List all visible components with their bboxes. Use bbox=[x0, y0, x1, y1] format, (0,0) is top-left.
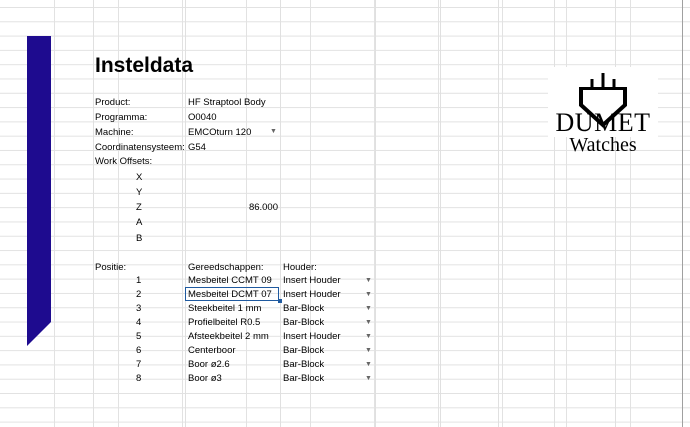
tool-holder[interactable]: Bar-Block bbox=[283, 344, 324, 357]
holder-dropdown-icon[interactable]: ▼ bbox=[365, 319, 372, 326]
tool-name[interactable]: Afsteekbeitel 2 mm bbox=[188, 330, 269, 343]
positie-header: Positie: bbox=[95, 262, 127, 273]
offset-axis: X bbox=[136, 172, 143, 183]
offset-axis: B bbox=[136, 233, 143, 244]
gereedschappen-header: Gereedschappen: bbox=[188, 262, 264, 273]
tool-name[interactable]: Centerboor bbox=[188, 344, 236, 357]
holder-dropdown-icon[interactable]: ▼ bbox=[365, 305, 372, 312]
tool-holder[interactable]: Bar-Block bbox=[283, 316, 324, 329]
column-divider bbox=[440, 0, 441, 427]
holder-dropdown-icon[interactable]: ▼ bbox=[365, 361, 372, 368]
tool-holder[interactable]: Insert Houder bbox=[283, 274, 341, 287]
houder-header: Houder: bbox=[283, 262, 317, 273]
fill-handle[interactable] bbox=[278, 299, 282, 303]
column-divider bbox=[375, 0, 376, 427]
tool-name[interactable]: Boor ø2.6 bbox=[188, 358, 230, 371]
product-label: Product: bbox=[95, 97, 131, 108]
column-divider bbox=[280, 0, 281, 427]
offset-axis: A bbox=[136, 217, 143, 228]
holder-dropdown-icon[interactable]: ▼ bbox=[365, 347, 372, 354]
tool-position: 7 bbox=[136, 359, 142, 370]
holder-dropdown-icon[interactable]: ▼ bbox=[365, 291, 372, 298]
machine-dropdown-icon[interactable]: ▼ bbox=[270, 128, 277, 135]
tool-holder[interactable]: Bar-Block bbox=[283, 358, 324, 371]
coord-label: Coordinatensysteem: bbox=[95, 142, 185, 153]
tool-position: 4 bbox=[136, 317, 142, 328]
offsets-label: Work Offsets: bbox=[95, 156, 153, 167]
tool-name[interactable]: Boor ø3 bbox=[188, 372, 222, 385]
tool-position: 5 bbox=[136, 331, 142, 342]
column-divider bbox=[93, 0, 94, 427]
machine-label: Machine: bbox=[95, 127, 134, 138]
tool-position: 3 bbox=[136, 303, 142, 314]
holder-dropdown-icon[interactable]: ▼ bbox=[365, 333, 372, 340]
tool-position: 2 bbox=[136, 289, 142, 300]
tool-name[interactable]: Mesbeitel CCMT 09 bbox=[188, 274, 272, 287]
holder-dropdown-icon[interactable]: ▼ bbox=[365, 277, 372, 284]
coord-value[interactable]: G54 bbox=[188, 141, 206, 154]
offset-value[interactable]: 86.000 bbox=[198, 201, 278, 214]
page-title: Insteldata bbox=[95, 54, 194, 77]
brand-subtitle: Watches bbox=[569, 134, 637, 156]
tool-holder[interactable]: Bar-Block bbox=[283, 302, 324, 315]
programma-value[interactable]: O0040 bbox=[188, 111, 217, 124]
brand-name: DUMET bbox=[555, 108, 651, 137]
product-value[interactable]: HF Straptool Body bbox=[188, 96, 266, 109]
holder-dropdown-icon[interactable]: ▼ bbox=[365, 375, 372, 382]
tool-position: 6 bbox=[136, 345, 142, 356]
tool-position: 1 bbox=[136, 275, 142, 286]
offset-axis: Y bbox=[136, 187, 143, 198]
tool-holder[interactable]: Insert Houder bbox=[283, 330, 341, 343]
accent-bar bbox=[27, 36, 51, 346]
tool-position: 8 bbox=[136, 373, 142, 384]
machine-value[interactable]: EMCOturn 120 bbox=[188, 126, 251, 139]
column-divider bbox=[498, 0, 499, 427]
tool-name[interactable]: Profielbeitel R0.5 bbox=[188, 316, 260, 329]
active-cell-selection[interactable] bbox=[185, 287, 279, 301]
offset-axis: Z bbox=[136, 202, 142, 213]
tool-holder[interactable]: Bar-Block bbox=[283, 372, 324, 385]
tool-name[interactable]: Steekbeitel 1 mm bbox=[188, 302, 261, 315]
tool-holder[interactable]: Insert Houder bbox=[283, 288, 341, 301]
programma-label: Programma: bbox=[95, 112, 148, 123]
page-break-line bbox=[682, 0, 683, 427]
